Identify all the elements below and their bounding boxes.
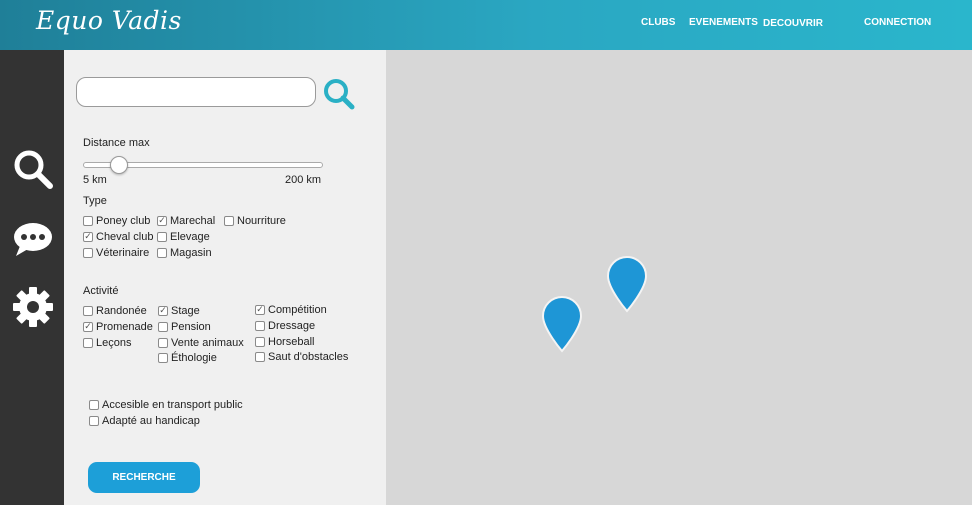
type-option[interactable]: Marechal [157,215,215,227]
activite-option[interactable]: Dressage [255,320,315,332]
checkbox[interactable] [83,216,93,226]
search-icon[interactable] [12,148,54,190]
nav-connection[interactable]: CONNECTION [864,17,931,28]
chat-bubble-icon[interactable] [12,218,54,260]
map-area[interactable] [386,50,972,505]
distance-min-label: 5 km [83,174,107,186]
activite-option[interactable]: Vente animaux [158,337,244,349]
search-button-icon[interactable] [322,77,356,111]
transport-public-option[interactable]: Accesible en transport public [89,399,243,411]
activite-option[interactable]: Leçons [83,337,131,349]
distance-max-label: 200 km [285,174,322,186]
checkbox[interactable] [224,216,234,226]
search-input[interactable] [76,77,316,107]
checkbox[interactable] [157,216,167,226]
checkbox[interactable] [255,305,265,315]
nav-events[interactable]: EVENEMENTS [689,17,758,28]
distance-label: Distance max [83,137,150,149]
checkbox[interactable] [83,306,93,316]
activite-option[interactable]: Pension [158,321,211,333]
handicap-option[interactable]: Adapté au handicap [89,415,200,427]
top-bar: Equo Vadis CLUBS EVENEMENTS DECOUVRIR CO… [0,0,972,50]
checkbox[interactable] [83,232,93,242]
activite-option[interactable]: Randonée [83,305,147,317]
checkbox[interactable] [158,322,168,332]
activite-option[interactable]: Compétition [255,304,327,316]
activite-option[interactable]: Horseball [255,336,314,348]
checkbox[interactable] [89,416,99,426]
checkbox[interactable] [255,321,265,331]
checkbox[interactable] [158,353,168,363]
activite-option[interactable]: Stage [158,305,200,317]
nav-clubs[interactable]: CLUBS [641,17,675,28]
type-option[interactable]: Magasin [157,247,212,259]
type-option[interactable]: Nourriture [224,215,286,227]
activite-label: Activité [83,285,119,297]
type-option[interactable]: Véterinaire [83,247,149,259]
map-pin-icon[interactable] [605,255,649,313]
checkbox[interactable] [158,338,168,348]
filter-panel: Distance max 5 km 200 km Type Poney club… [64,50,386,505]
checkbox[interactable] [255,337,265,347]
type-option[interactable]: Elevage [157,231,210,243]
checkbox[interactable] [158,306,168,316]
nav-discover[interactable]: DECOUVRIR [763,18,823,29]
checkbox[interactable] [83,248,93,258]
checkbox[interactable] [255,352,265,362]
sidebar [0,50,64,505]
search-submit-button[interactable]: RECHERCHE [88,462,200,493]
activite-option[interactable]: Promenade [83,321,153,333]
checkbox[interactable] [89,400,99,410]
type-label: Type [83,195,107,207]
checkbox[interactable] [83,322,93,332]
logo[interactable]: Equo Vadis [36,6,182,35]
type-option[interactable]: Cheval club [83,231,153,243]
gear-icon[interactable] [12,286,54,328]
activite-option[interactable]: Saut d'obstacles [255,351,348,363]
checkbox[interactable] [83,338,93,348]
checkbox[interactable] [157,248,167,258]
type-option[interactable]: Poney club [83,215,150,227]
distance-slider-handle[interactable] [110,156,128,174]
activite-option[interactable]: Éthologie [158,352,217,364]
checkbox[interactable] [157,232,167,242]
map-pin-icon[interactable] [540,295,584,353]
